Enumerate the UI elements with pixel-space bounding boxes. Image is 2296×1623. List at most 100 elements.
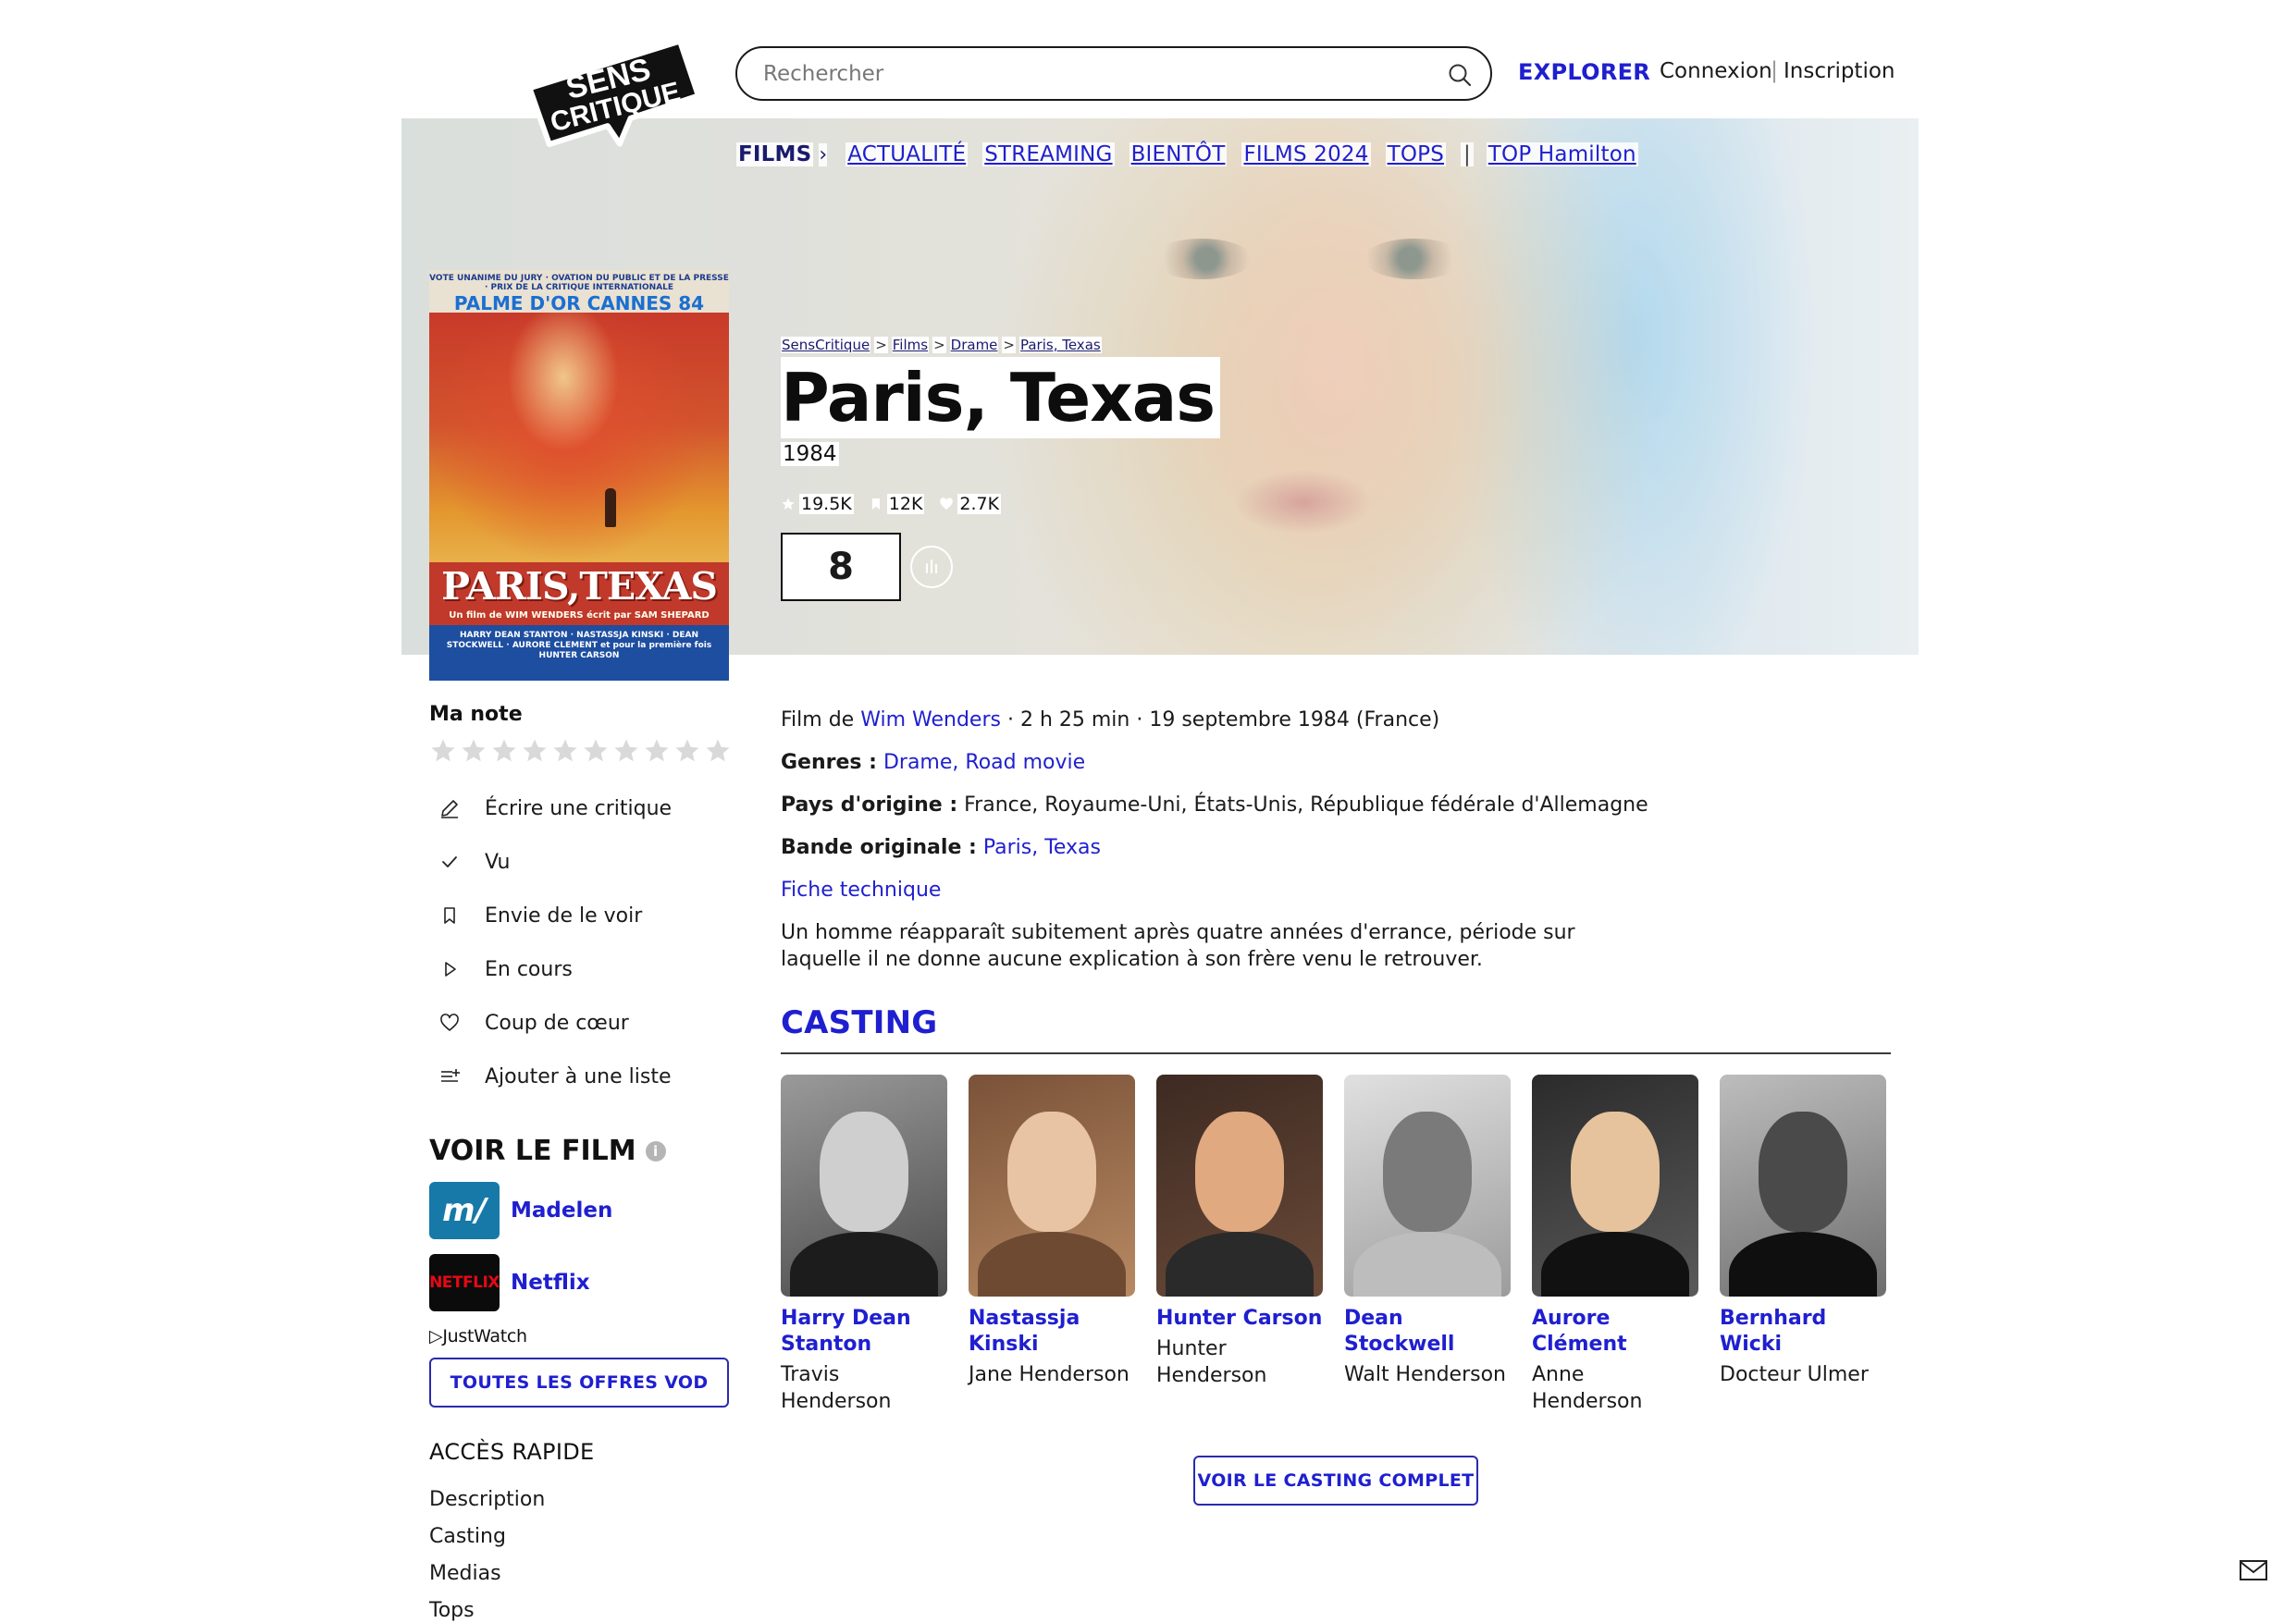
movie-poster[interactable]: VOTE UNANIME DU JURY · OVATION DU PUBLIC… xyxy=(429,270,729,681)
favorites-count[interactable]: 2.7K xyxy=(939,494,1002,514)
cast-card[interactable]: Bernhard Wicki Docteur Ulmer xyxy=(1720,1075,1886,1415)
nav-streaming[interactable]: STREAMING xyxy=(982,142,1115,166)
quick-access-medias[interactable]: Medias xyxy=(429,1555,734,1592)
director-prefix: Film de xyxy=(781,708,855,732)
rating-star-icon[interactable] xyxy=(429,737,457,765)
quick-access-casting[interactable]: Casting xyxy=(429,1518,734,1555)
rating-star-icon[interactable] xyxy=(643,737,671,765)
category-nav: FILMS › ACTUALITÉ STREAMING BIENTÔT FILM… xyxy=(736,139,1653,170)
breadcrumb-item[interactable]: Films xyxy=(891,337,930,353)
cast-photo[interactable] xyxy=(781,1075,947,1297)
movie-meta: · 2 h 25 min · 19 septembre 1984 (France… xyxy=(1006,708,1440,732)
director-line: Film de Wim Wenders · 2 h 25 min · 19 se… xyxy=(781,703,1891,745)
nav-tops[interactable]: TOPS xyxy=(1385,142,1447,166)
provider-name[interactable]: Netflix xyxy=(511,1271,590,1295)
info-icon[interactable]: i xyxy=(645,1140,666,1162)
genre-link[interactable]: Road movie xyxy=(965,751,1085,774)
full-casting-button[interactable]: VOIR LE CASTING COMPLET xyxy=(1193,1456,1478,1506)
provider-netflix[interactable]: NETFLIX Netflix xyxy=(429,1254,734,1311)
login-link[interactable]: Connexion xyxy=(1660,59,1772,83)
rating-star-icon[interactable] xyxy=(582,737,610,765)
check-icon xyxy=(437,849,463,875)
signup-link[interactable]: Inscription xyxy=(1784,59,1895,83)
action-write-review[interactable]: Écrire une critique xyxy=(429,781,734,835)
cast-name-link[interactable]: Nastassja Kinski xyxy=(969,1306,1135,1358)
breadcrumb-item[interactable]: Paris, Texas xyxy=(1018,337,1102,353)
action-favorite[interactable]: Coup de cœur xyxy=(429,996,734,1050)
netflix-logo: NETFLIX xyxy=(429,1254,500,1311)
cast-name-link[interactable]: Harry Dean Stanton xyxy=(781,1306,947,1358)
provider-name[interactable]: Madelen xyxy=(511,1199,612,1223)
action-in-progress[interactable]: En cours xyxy=(429,942,734,996)
cast-role: Travis Henderson xyxy=(781,1363,892,1413)
rating-star-icon[interactable] xyxy=(673,737,701,765)
cast-card[interactable]: Harry Dean Stanton Travis Henderson xyxy=(781,1075,947,1415)
rating-star-icon[interactable] xyxy=(490,737,518,765)
main-content: Film de Wim Wenders · 2 h 25 min · 19 se… xyxy=(781,703,1891,1506)
search-icon[interactable] xyxy=(1446,61,1474,89)
justwatch-logo[interactable]: ▷JustWatch xyxy=(429,1326,734,1346)
cast-name-link[interactable]: Dean Stockwell xyxy=(1344,1306,1511,1358)
action-label: Coup de cœur xyxy=(485,1011,629,1035)
cast-card[interactable]: Nastassja Kinski Jane Henderson xyxy=(969,1075,1135,1415)
nav-films[interactable]: FILMS xyxy=(736,142,814,166)
wishlist-count[interactable]: 12K xyxy=(869,494,925,514)
cast-role: Docteur Ulmer xyxy=(1720,1363,1869,1386)
quick-access-description[interactable]: Description xyxy=(429,1482,734,1518)
cast-photo[interactable] xyxy=(1344,1075,1511,1297)
action-want-to-see[interactable]: Envie de le voir xyxy=(429,889,734,942)
rating-star-icon[interactable] xyxy=(551,737,579,765)
justwatch-text: JustWatch xyxy=(442,1326,527,1346)
cast-photo[interactable] xyxy=(1532,1075,1698,1297)
nav-films-2024[interactable]: FILMS 2024 xyxy=(1241,142,1371,166)
cast-card[interactable]: Aurore Clément Anne Henderson xyxy=(1532,1075,1698,1415)
cast-card[interactable]: Hunter Carson Hunter Henderson xyxy=(1156,1075,1323,1415)
search-input[interactable] xyxy=(763,55,1411,92)
rating-distribution-button[interactable] xyxy=(910,546,953,588)
director-link[interactable]: Wim Wenders xyxy=(860,708,1001,732)
ratings-count[interactable]: 19.5K xyxy=(781,494,854,514)
nav-bientot[interactable]: BIENTÔT xyxy=(1129,142,1228,166)
cast-name-link[interactable]: Bernhard Wicki xyxy=(1720,1306,1886,1358)
breadcrumb-item[interactable]: Drame xyxy=(949,337,999,353)
tech-sheet-link[interactable]: Fiche technique xyxy=(781,879,941,902)
heart-icon xyxy=(437,1010,463,1036)
senscritique-logo[interactable]: SENS CRITIQUE xyxy=(514,31,709,152)
cast-card[interactable]: Dean Stockwell Walt Henderson xyxy=(1344,1075,1511,1415)
star-icon xyxy=(782,498,795,510)
nav-actualite[interactable]: ACTUALITÉ xyxy=(846,142,969,166)
breadcrumb-item[interactable]: SensCritique xyxy=(781,337,871,353)
genres-line: Genres : Drame, Road movie xyxy=(781,745,1891,788)
rating-star-icon[interactable] xyxy=(612,737,640,765)
poster-tagline: VOTE UNANIME DU JURY · OVATION DU PUBLIC… xyxy=(429,274,729,292)
rating-star-icon[interactable] xyxy=(521,737,549,765)
quick-access-tops[interactable]: Tops xyxy=(429,1592,734,1623)
auth-separator: | xyxy=(1771,57,1779,83)
bookmark-icon xyxy=(437,903,463,928)
cast-photo[interactable] xyxy=(969,1075,1135,1297)
cast-photo[interactable] xyxy=(1720,1075,1886,1297)
synopsis: Un homme réapparaît subitement après qua… xyxy=(781,921,1575,971)
origin-label: Pays d'origine : xyxy=(781,793,958,817)
rating-star-icon[interactable] xyxy=(704,737,732,765)
mail-icon[interactable] xyxy=(2239,1559,2268,1581)
cast-name-link[interactable]: Aurore Clément xyxy=(1532,1306,1698,1358)
action-label: Ajouter à une liste xyxy=(485,1064,672,1088)
all-vod-offers-button[interactable]: TOUTES LES OFFRES VOD xyxy=(429,1358,729,1408)
explore-link[interactable]: EXPLORER xyxy=(1518,59,1650,85)
cast-name-link[interactable]: Hunter Carson xyxy=(1156,1306,1323,1332)
rating-star-icon[interactable] xyxy=(460,737,488,765)
search-bar[interactable] xyxy=(735,46,1492,101)
nav-top-hamilton[interactable]: TOP Hamilton xyxy=(1486,142,1638,166)
my-rating-stars[interactable] xyxy=(429,737,734,765)
provider-madelen[interactable]: m/ Madelen xyxy=(429,1182,734,1239)
cast-role: Walt Henderson xyxy=(1344,1363,1506,1386)
action-add-to-list[interactable]: Ajouter à une liste xyxy=(429,1050,734,1103)
genre-link[interactable]: Drame xyxy=(883,751,952,774)
cast-photo[interactable] xyxy=(1156,1075,1323,1297)
soundtrack-link[interactable]: Paris, Texas xyxy=(983,836,1101,859)
wishlist-count-value: 12K xyxy=(886,494,925,514)
action-seen[interactable]: Vu xyxy=(429,835,734,889)
favorites-count-value: 2.7K xyxy=(957,494,1002,514)
action-label: Vu xyxy=(485,850,511,874)
